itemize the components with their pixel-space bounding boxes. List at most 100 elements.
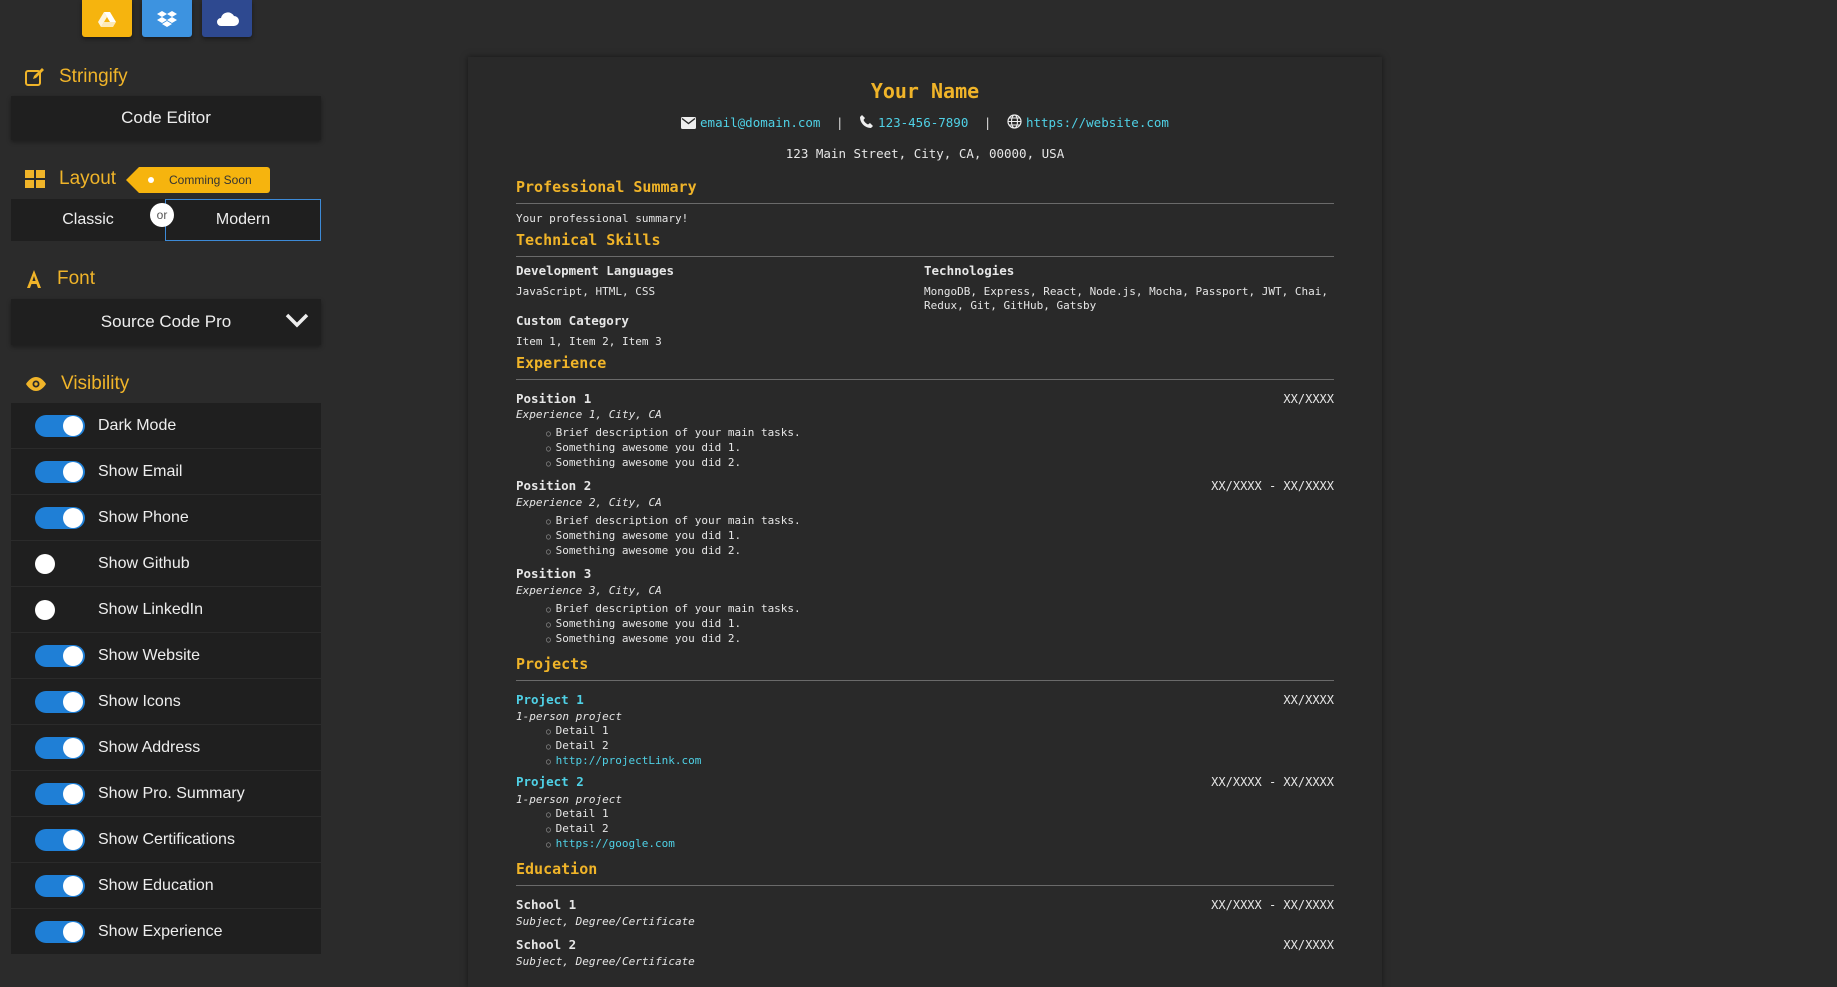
show-website-toggle[interactable] (35, 645, 85, 667)
toggle-label: Show Address (98, 738, 201, 756)
skill-group-name: Custom Category (516, 313, 629, 328)
stringify-header: Stringify (25, 66, 128, 88)
bullet: Something awesome you did 2. (546, 632, 801, 647)
show-certifications-toggle[interactable] (35, 829, 85, 851)
toggle-knob (63, 692, 83, 712)
google-drive-icon[interactable] (82, 0, 132, 37)
bullet: Something awesome you did 1. (546, 617, 801, 632)
show-phone-toggle[interactable] (35, 507, 85, 529)
visibility-list: Dark Mode Show Email Show Phone Show Git… (11, 403, 321, 955)
toggle-row-show-phone: Show Phone (11, 495, 321, 541)
layout-modern-option[interactable]: Modern (165, 199, 321, 241)
layout-title: Layout (59, 168, 117, 189)
show-linkedin-toggle[interactable] (35, 599, 85, 621)
layout-classic-option[interactable]: Classic (11, 199, 165, 241)
website-link[interactable]: https://website.com (1026, 115, 1169, 130)
summary-heading: Professional Summary (516, 178, 1334, 204)
toggle-label: Show Email (98, 462, 183, 480)
bullet: Something awesome you did 2. (546, 456, 801, 471)
skill-group-items: Redux, Git, GitHub, Gatsby (924, 299, 1097, 312)
project-link[interactable]: http://projectLink.com (546, 754, 702, 769)
summary-text: Your professional summary! (516, 212, 689, 225)
toggle-row-show-pro-summary: Show Pro. Summary (11, 771, 321, 817)
education-heading: Education (516, 860, 1334, 886)
detail: Detail 2 (546, 822, 675, 837)
show-icons-toggle[interactable] (35, 691, 85, 713)
visibility-title: Visibility (61, 373, 130, 394)
project-subtitle: 1-person project (516, 710, 622, 723)
envelope-icon (681, 117, 697, 129)
toggle-row-show-linkedin: Show LinkedIn (11, 587, 321, 633)
experience-heading: Experience (516, 354, 1334, 380)
show-github-toggle[interactable] (35, 553, 85, 575)
font-select[interactable]: Source Code Pro (11, 299, 321, 345)
dropbox-icon[interactable] (142, 0, 192, 37)
school-title: School 1 (516, 897, 577, 912)
toggle-row-show-email: Show Email (11, 449, 321, 495)
show-address-toggle[interactable] (35, 737, 85, 759)
project-details: Detail 1 Detail 2 http://projectLink.com (546, 724, 702, 769)
position-subtitle: Experience 1, City, CA (516, 408, 662, 421)
position-date: XX/XXXX - XX/XXXX (1211, 479, 1334, 493)
toggle-knob (63, 830, 83, 850)
position-subtitle: Experience 3, City, CA (516, 584, 662, 597)
bullet: Brief description of your main tasks. (546, 426, 801, 441)
school-subtitle: Subject, Degree/Certificate (516, 955, 695, 968)
toggle-knob (35, 600, 55, 620)
project-details: Detail 1 Detail 2 https://google.com (546, 807, 675, 852)
detail: Detail 2 (546, 739, 701, 754)
stringify-title: Stringify (59, 66, 128, 87)
separator: | (983, 115, 992, 130)
resume-name: Your Name (870, 79, 980, 103)
skill-group-name: Development Languages (516, 263, 675, 278)
phone-icon (860, 115, 874, 128)
cloud-icon[interactable] (202, 0, 252, 37)
edit-icon (25, 67, 45, 87)
toggle-knob (63, 462, 83, 482)
coming-soon-badge: Comming Soon (126, 167, 270, 193)
email-link[interactable]: email@domain.com (700, 115, 820, 130)
or-divider: or (150, 203, 174, 227)
toggle-label: Show Education (98, 876, 214, 894)
code-editor-button[interactable]: Code Editor (11, 96, 321, 140)
toggle-label: Show Pro. Summary (98, 784, 245, 802)
show-education-toggle[interactable] (35, 875, 85, 897)
project-title[interactable]: Project 2 (516, 774, 584, 789)
toggle-row-show-education: Show Education (11, 863, 321, 909)
toggle-row-show-github: Show Github (11, 541, 321, 587)
toggle-label: Show Icons (98, 692, 181, 710)
detail: Detail 1 (546, 724, 701, 739)
toggle-row-show-website: Show Website (11, 633, 321, 679)
phone-link[interactable]: 123-456-7890 (878, 115, 968, 130)
toggle-label: Show LinkedIn (98, 600, 203, 618)
toggle-row-show-certifications: Show Certifications (11, 817, 321, 863)
projects-heading: Projects (516, 655, 1334, 681)
toggle-knob (63, 508, 83, 528)
position-title: Position 1 (516, 391, 592, 406)
skills-heading: Technical Skills (516, 231, 1334, 257)
school-date: XX/XXXX (1283, 938, 1334, 952)
toggle-row-show-address: Show Address (11, 725, 321, 771)
layout-header: Layout (25, 168, 116, 190)
toggle-knob (63, 646, 83, 666)
toggle-knob (63, 876, 83, 896)
bullet: Something awesome you did 1. (546, 441, 801, 456)
school-title: School 2 (516, 937, 577, 952)
dark-mode-toggle[interactable] (35, 415, 85, 437)
toggle-knob (63, 738, 83, 758)
school-date: XX/XXXX - XX/XXXX (1211, 898, 1334, 912)
project-subtitle: 1-person project (516, 793, 622, 806)
show-experience-toggle[interactable] (35, 921, 85, 943)
globe-icon (1007, 114, 1022, 129)
toggle-label: Show Website (98, 646, 200, 664)
toggle-label: Show Certifications (98, 830, 235, 848)
font-selected-value: Source Code Pro (100, 312, 232, 331)
project-link[interactable]: https://google.com (546, 837, 675, 852)
project-date: XX/XXXX - XX/XXXX (1211, 775, 1334, 789)
show-pro-summary-toggle[interactable] (35, 783, 85, 805)
project-title[interactable]: Project 1 (516, 692, 584, 707)
show-email-toggle[interactable] (35, 461, 85, 483)
position-date: XX/XXXX (1283, 392, 1334, 406)
toggle-label: Show Github (98, 554, 190, 572)
toggle-label: Dark Mode (98, 416, 177, 434)
